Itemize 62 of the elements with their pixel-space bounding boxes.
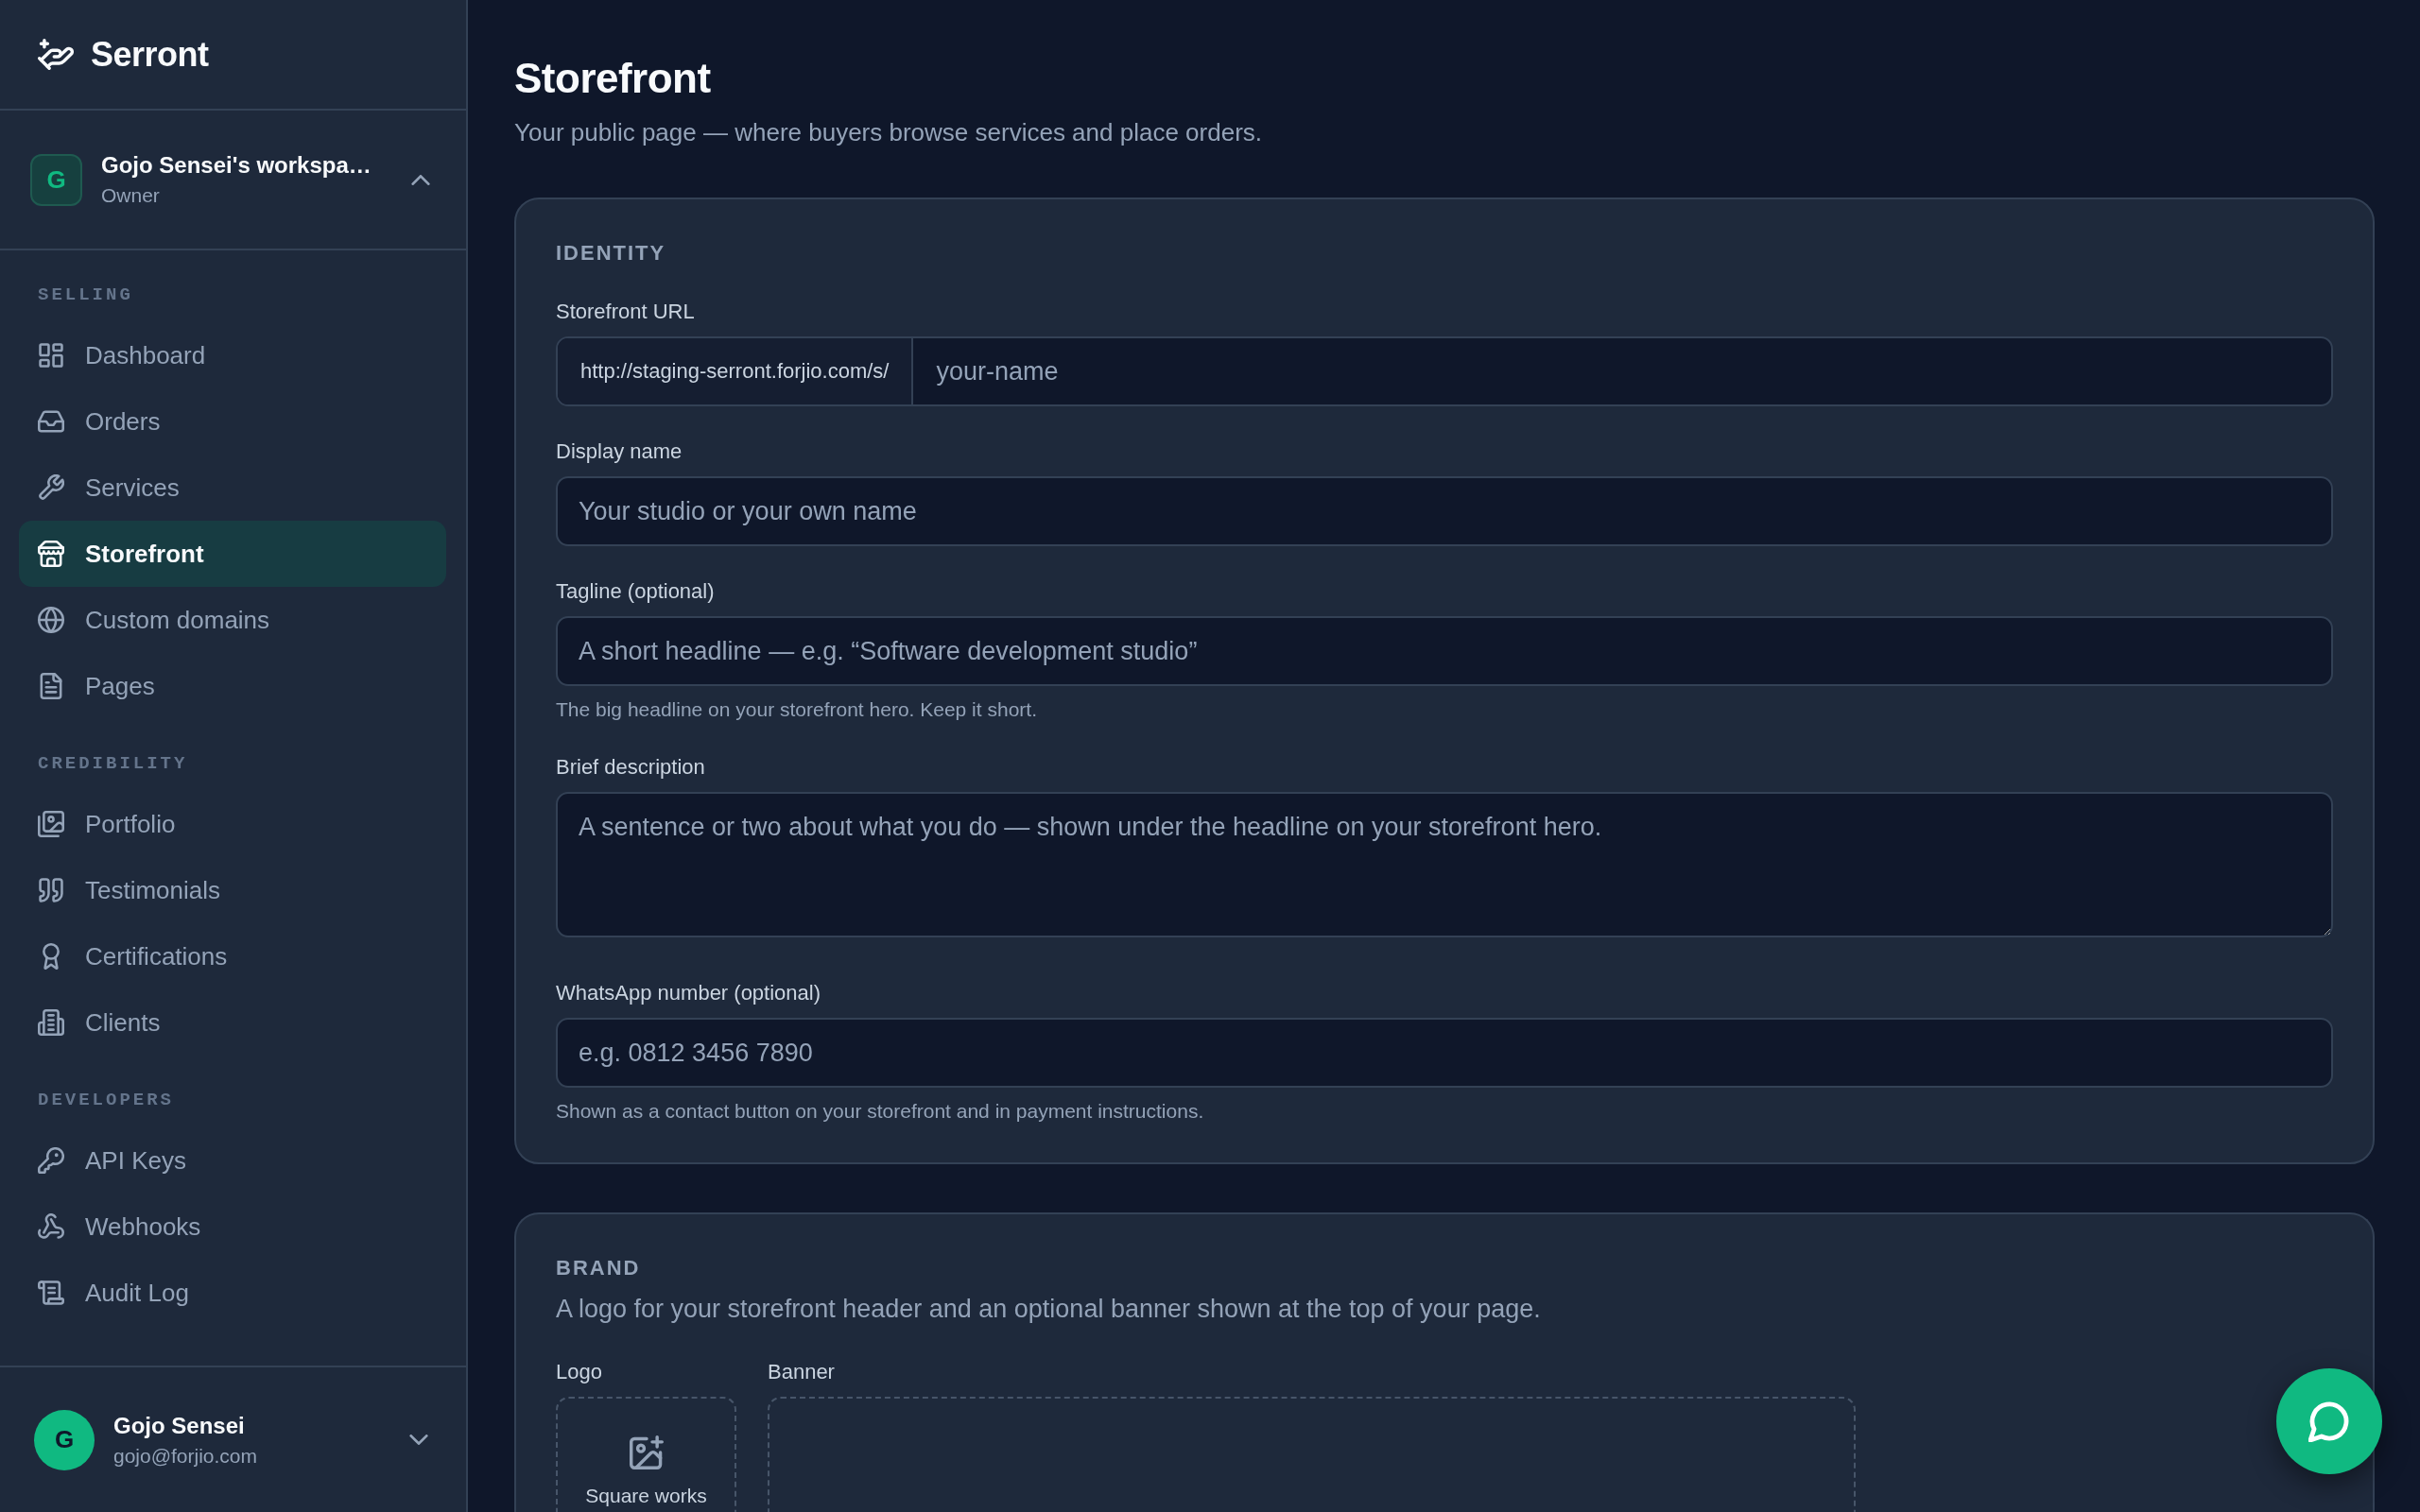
chevron-down-icon[interactable] <box>409 1435 428 1445</box>
globe-icon <box>38 607 64 633</box>
key-icon <box>38 1147 64 1174</box>
scroll-icon <box>38 1280 64 1306</box>
nav-item[interactable]: Webhooks <box>19 1194 446 1260</box>
nav-item[interactable]: Certifications <box>19 923 446 989</box>
text-input[interactable]: your-name <box>913 338 2331 404</box>
textarea-field[interactable]: A sentence or two about what you do — shown under the headline on your storefront hero. <box>556 792 2333 937</box>
field-hint: Shown as a contact button on your storefront and in payment instructions. <box>556 1099 1204 1124</box>
section-heading: CREDIBILITY <box>38 752 188 775</box>
field-label: Logo <box>556 1359 602 1385</box>
page-subtitle: Your public page — where buyers browse services and place orders. <box>514 117 1263 148</box>
workspace-avatar: G <box>30 153 82 206</box>
text-input[interactable]: Your studio or your own name <box>556 476 2333 546</box>
workspace-name[interactable]: Gojo Sensei's workspa… <box>101 152 372 179</box>
nav-item[interactable]: Storefront <box>19 521 446 587</box>
nav-item[interactable]: Clients <box>19 989 446 1056</box>
card-heading: BRAND <box>556 1255 641 1281</box>
image-plus-icon <box>629 1435 664 1469</box>
brand-name: Serront <box>91 34 209 75</box>
chevron-up-icon[interactable] <box>411 174 430 185</box>
field-label: Banner <box>768 1359 835 1385</box>
url-prefix: http://staging-serront.forjio.com/s/ <box>558 338 914 404</box>
field-label: Display name <box>556 438 683 465</box>
card-heading: IDENTITY <box>556 240 666 266</box>
text-input[interactable]: e.g. 0812 3456 7890 <box>556 1018 2333 1088</box>
quote-icon <box>38 877 64 903</box>
chat-bubble-icon <box>2308 1400 2350 1442</box>
field-label: WhatsApp number (optional) <box>556 980 821 1006</box>
building-icon <box>38 1009 64 1036</box>
nav-item[interactable]: Portfolio <box>19 791 446 857</box>
user-email: gojo@forjio.com <box>113 1444 258 1468</box>
page-title: Storefront <box>514 54 711 103</box>
field-label: Brief description <box>556 754 705 781</box>
store-icon <box>38 541 64 567</box>
images-icon <box>38 811 64 837</box>
user-name: Gojo Sensei <box>113 1412 245 1439</box>
card-description: A logo for your storefront header and an optional banner shown at the top of your page. <box>556 1294 1541 1325</box>
webhook-icon <box>38 1213 64 1240</box>
upload-dropzone[interactable]: Square works <box>556 1397 736 1512</box>
field-label: Tagline (optional) <box>556 578 715 605</box>
workspace-role: Owner <box>101 184 160 207</box>
nav-item[interactable]: Testimonials <box>19 857 446 923</box>
nav-item[interactable]: Audit Log <box>19 1260 446 1326</box>
user-avatar: G <box>34 1409 95 1470</box>
nav-item[interactable]: Pages <box>19 653 446 719</box>
field-label: Storefront URL <box>556 299 695 325</box>
document-icon <box>38 673 64 699</box>
wrench-icon <box>38 474 64 501</box>
nav-item[interactable]: Orders <box>19 388 446 455</box>
nav-item[interactable]: Dashboard <box>19 322 446 388</box>
field-hint: The big headline on your storefront hero. Keep it short. <box>556 697 1037 722</box>
nav-item[interactable]: Custom domains <box>19 587 446 653</box>
nav-item[interactable]: Services <box>19 455 446 521</box>
section-heading: SELLING <box>38 284 133 306</box>
hand-sparkle-icon <box>38 39 74 70</box>
text-input[interactable]: A short headline — e.g. “Software development studio” <box>556 616 2333 686</box>
grid-icon <box>38 342 64 369</box>
nav-item[interactable]: API Keys <box>19 1127 446 1194</box>
url-field[interactable]: http://staging-serront.forjio.com/s/ your-name <box>556 336 2333 406</box>
inbox-icon <box>38 408 64 435</box>
section-heading: DEVELOPERS <box>38 1089 175 1111</box>
